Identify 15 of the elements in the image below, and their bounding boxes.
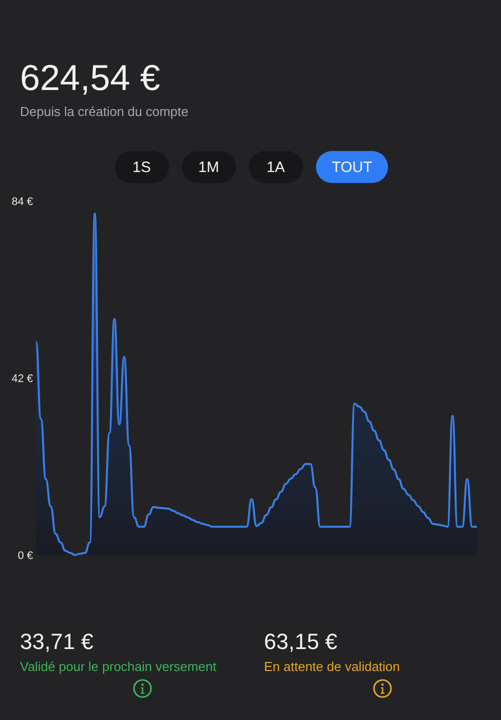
period-tab[interactable]: 1A [248,151,303,183]
stat-amount: 63,15 € [264,629,338,655]
info-icon[interactable] [132,679,152,698]
y-axis-label: 84 € [12,196,33,208]
period-tab[interactable]: 1M [182,151,236,183]
balance-caption: Depuis la création du compte [20,104,188,119]
stat-amount: 33,71 € [20,629,94,655]
info-icon[interactable] [373,679,392,698]
stat-label: Validé pour le prochain versement [20,659,216,674]
period-tab[interactable]: 1S [114,151,169,183]
balance-amount: 624,54 € [20,56,160,100]
y-axis-label: 42 € [12,373,33,385]
y-axis-label: 0 € [18,550,33,562]
stat-label: En attente de validation [264,659,400,674]
period-tab[interactable]: TOUT [316,151,388,183]
